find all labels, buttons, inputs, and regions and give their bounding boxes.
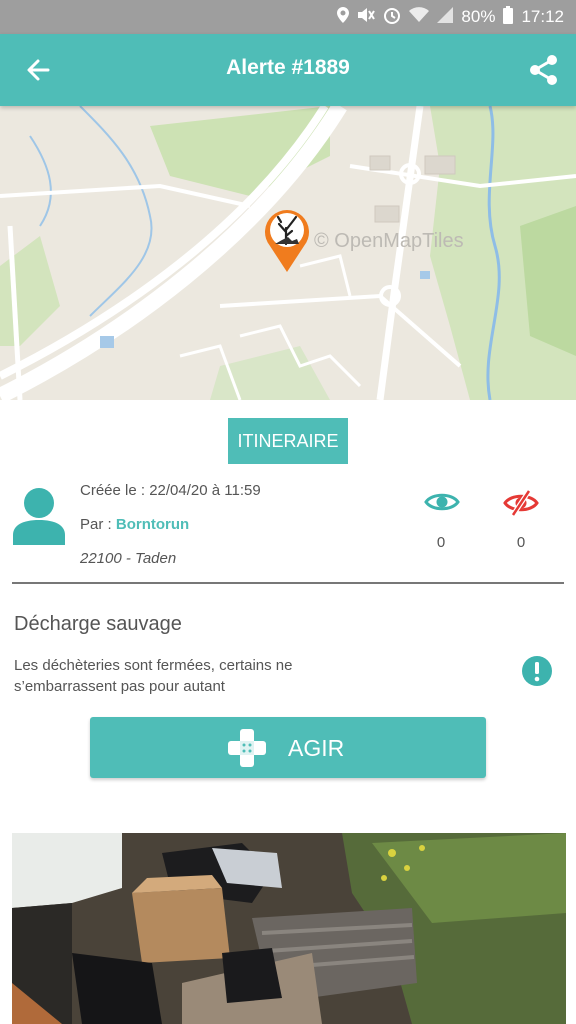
eye-icon (424, 493, 460, 511)
wifi-icon (409, 7, 430, 27)
hide-button[interactable] (503, 489, 539, 521)
itinerary-button[interactable]: ITINERAIRE (228, 418, 348, 464)
user-icon (13, 488, 65, 545)
report-issue-button[interactable] (522, 656, 552, 686)
signal-icon (437, 7, 454, 27)
alert-description: Les déchèteries sont fermées, certains n… (14, 657, 293, 695)
battery-percentage: 80% (461, 7, 496, 26)
alert-map-marker[interactable] (262, 206, 312, 272)
avatar (13, 487, 65, 545)
dumped-waste-image (12, 833, 566, 1024)
map-view[interactable]: © OpenMapTiles (0, 106, 576, 400)
alarm-icon (383, 6, 401, 28)
author-prefix: Par : (80, 516, 112, 533)
views-count: 0 (436, 534, 446, 551)
share-button[interactable] (524, 50, 564, 90)
alert-photo[interactable] (12, 833, 566, 1024)
bandage-icon (228, 729, 266, 767)
battery-icon (503, 6, 514, 28)
dead-tree-pollution-icon (265, 210, 309, 272)
alert-location: 22100 - Taden (80, 550, 177, 567)
alert-category: Décharge sauvage (14, 613, 182, 635)
clock: 17:12 (521, 7, 564, 26)
act-button[interactable]: AGIR (90, 717, 486, 778)
map-attribution[interactable]: © OpenMapTiles (314, 230, 464, 253)
divider (12, 582, 564, 584)
page-title: Alerte #1889 (226, 56, 350, 79)
views-button[interactable] (424, 490, 460, 519)
exclamation-circle-icon (522, 656, 552, 686)
mute-icon (357, 7, 376, 27)
location-icon (337, 7, 350, 27)
act-button-label: AGIR (288, 735, 345, 761)
author-name[interactable]: Borntorun (116, 516, 189, 533)
created-date: Créée le : 22/04/20 à 11:59 (80, 482, 261, 499)
app-bar: Alerte #1889 (0, 34, 576, 106)
status-bar: 80% 17:12 (0, 0, 576, 34)
share-icon (530, 55, 557, 85)
hidden-count: 0 (516, 534, 526, 551)
eye-slash-icon (503, 489, 539, 517)
author-line: Par : Borntorun (80, 516, 189, 533)
